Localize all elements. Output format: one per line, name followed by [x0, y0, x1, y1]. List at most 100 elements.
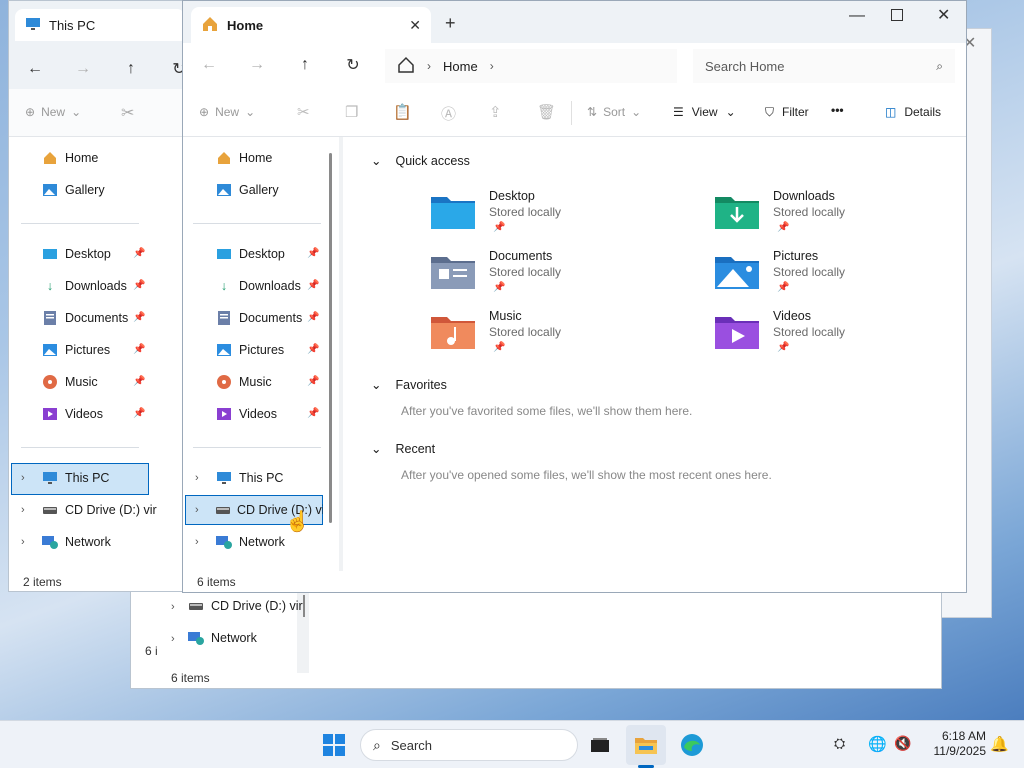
expand-chevron-icon[interactable]: ›: [21, 504, 25, 516]
new-button[interactable]: ⊕ New ⌄: [25, 105, 81, 119]
tab-title: Home: [227, 17, 264, 33]
navigation-pane: Home Gallery Desktop 📌 ↓ Downloads 📌 Docu…: [183, 137, 339, 571]
back-icon[interactable]: ←: [195, 51, 223, 79]
sidebar-item-desktop[interactable]: Desktop: [41, 239, 111, 269]
start-button[interactable]: [314, 725, 354, 765]
maximize-button[interactable]: [891, 9, 903, 21]
sidebar-item-gallery[interactable]: Gallery: [41, 175, 105, 205]
recent-header[interactable]: ⌄ Recent: [371, 441, 435, 457]
pin-icon: 📌: [493, 342, 506, 353]
videos-icon: [41, 405, 59, 423]
tab-home[interactable]: Home ✕: [191, 7, 431, 43]
sidebar-item-network[interactable]: Network: [215, 527, 285, 557]
close-tab-icon[interactable]: ✕: [409, 17, 421, 34]
sidebar-item-network[interactable]: Network: [187, 623, 257, 653]
pictures-folder-icon: [715, 257, 759, 289]
minimize-button[interactable]: —: [849, 7, 865, 25]
quick-access-item-pictures[interactable]: Pictures Stored locally 📌: [715, 249, 935, 305]
favorites-header[interactable]: ⌄ Favorites: [371, 377, 447, 393]
edge-browser-button[interactable]: [672, 725, 712, 765]
expand-chevron-icon[interactable]: ›: [195, 536, 199, 548]
rename-icon[interactable]: Ⓐ: [441, 103, 456, 124]
expand-chevron-icon[interactable]: ›: [171, 601, 175, 613]
network-globe-icon[interactable]: 🌐: [868, 735, 887, 753]
quick-access-item-desktop[interactable]: Desktop Stored locally 📌: [431, 189, 651, 245]
tray-chevron-icon[interactable]: ⛭: [834, 735, 845, 752]
paste-icon[interactable]: 📋: [393, 103, 412, 121]
new-button[interactable]: ⊕ New ⌄: [199, 105, 255, 119]
copy-icon[interactable]: ❐: [345, 103, 358, 121]
more-options-icon[interactable]: •••: [831, 103, 844, 117]
file-explorer-button[interactable]: [626, 725, 666, 765]
music-icon: [215, 373, 233, 391]
sidebar-item-home[interactable]: Home: [215, 143, 272, 173]
quick-access-item-documents[interactable]: Documents Stored locally 📌: [431, 249, 651, 305]
download-icon: ↓: [46, 279, 54, 293]
sidebar-item-pictures[interactable]: Pictures: [215, 335, 284, 365]
expand-chevron-icon[interactable]: ›: [171, 633, 175, 645]
share-icon[interactable]: ⇪: [489, 103, 502, 121]
back-icon[interactable]: ←: [21, 55, 49, 83]
close-window-button[interactable]: ✕: [937, 5, 950, 25]
up-icon[interactable]: ↑: [291, 51, 319, 79]
clock[interactable]: 6:18 AM 11/9/2025: [918, 729, 987, 759]
volume-mute-icon[interactable]: 🔇: [894, 735, 911, 752]
sidebar-item-downloads[interactable]: ↓ Downloads: [41, 271, 127, 301]
task-view-button[interactable]: [580, 725, 620, 765]
sidebar-item-documents[interactable]: Documents: [215, 303, 302, 333]
quick-access-item-music[interactable]: Music Stored locally 📌: [431, 309, 651, 365]
delete-icon[interactable]: 🗑: [537, 103, 556, 121]
sidebar-item-gallery[interactable]: Gallery: [215, 175, 279, 205]
chevron-right-icon[interactable]: ›: [490, 59, 494, 73]
gallery-icon: [215, 181, 233, 199]
sidebar-item-network[interactable]: Network: [41, 527, 111, 557]
music-icon: [41, 373, 59, 391]
sidebar-item-videos[interactable]: Videos: [215, 399, 277, 429]
status-item-count: 6 items: [197, 575, 236, 589]
sidebar-item-this-pc[interactable]: This PC: [41, 463, 109, 493]
address-bar[interactable]: › Home ›: [385, 49, 677, 83]
view-button[interactable]: ☰ View ⌄: [673, 105, 736, 119]
up-icon[interactable]: ↑: [117, 55, 145, 83]
sidebar-item-cd-drive[interactable]: CD Drive (D:) vir: [41, 495, 157, 525]
sidebar-scrollbar[interactable]: [329, 153, 332, 523]
expand-chevron-icon[interactable]: ›: [195, 504, 199, 516]
filter-button[interactable]: ⛉ Filter: [765, 105, 809, 120]
tab-this-pc[interactable]: This PC: [15, 9, 185, 41]
sidebar-item-downloads[interactable]: ↓ Downloads: [215, 271, 301, 301]
sidebar-item-music[interactable]: Music: [215, 367, 272, 397]
quick-access-item-downloads[interactable]: Downloads Stored locally 📌: [715, 189, 935, 245]
search-box[interactable]: Search Home ⌕: [693, 49, 955, 83]
notification-bell-icon[interactable]: 🔔: [990, 735, 1009, 753]
network-icon: [187, 629, 205, 647]
refresh-icon[interactable]: ↻: [339, 51, 367, 79]
new-tab-button[interactable]: +: [445, 13, 456, 34]
sidebar-item-desktop[interactable]: Desktop: [215, 239, 285, 269]
pin-icon: 📌: [133, 312, 146, 323]
expand-chevron-icon[interactable]: ›: [21, 536, 25, 548]
sidebar-item-pictures[interactable]: Pictures: [41, 335, 110, 365]
cut-icon[interactable]: ✂: [297, 103, 310, 121]
sidebar-item-videos[interactable]: Videos: [41, 399, 103, 429]
windows-logo-icon: [323, 734, 345, 756]
expand-chevron-icon[interactable]: ›: [21, 472, 25, 484]
chevron-right-icon: ›: [427, 59, 431, 73]
download-icon: ↓: [220, 279, 228, 293]
home-icon: [41, 149, 59, 167]
forward-icon[interactable]: →: [243, 51, 271, 79]
sidebar-item-music[interactable]: Music: [41, 367, 98, 397]
quick-access-item-videos[interactable]: Videos Stored locally 📌: [715, 309, 935, 365]
sort-button[interactable]: ⇅ Sort ⌄: [587, 105, 641, 119]
address-segment[interactable]: Home: [443, 59, 478, 74]
sidebar-item-documents[interactable]: Documents: [41, 303, 128, 333]
filter-icon: ⛉: [765, 105, 775, 119]
sidebar-item-cd-drive[interactable]: CD Drive (D:) vir: [187, 591, 303, 621]
sidebar-item-home[interactable]: Home: [41, 143, 98, 173]
expand-chevron-icon[interactable]: ›: [195, 472, 199, 484]
quick-access-header[interactable]: ⌄ Quick access: [371, 153, 470, 169]
forward-icon[interactable]: →: [69, 55, 97, 83]
taskbar-search[interactable]: ⌕ Search: [360, 729, 578, 761]
cut-icon[interactable]: ✂: [121, 103, 134, 123]
sidebar-item-this-pc[interactable]: This PC: [215, 463, 283, 493]
details-button[interactable]: ◫ Details: [885, 105, 941, 119]
